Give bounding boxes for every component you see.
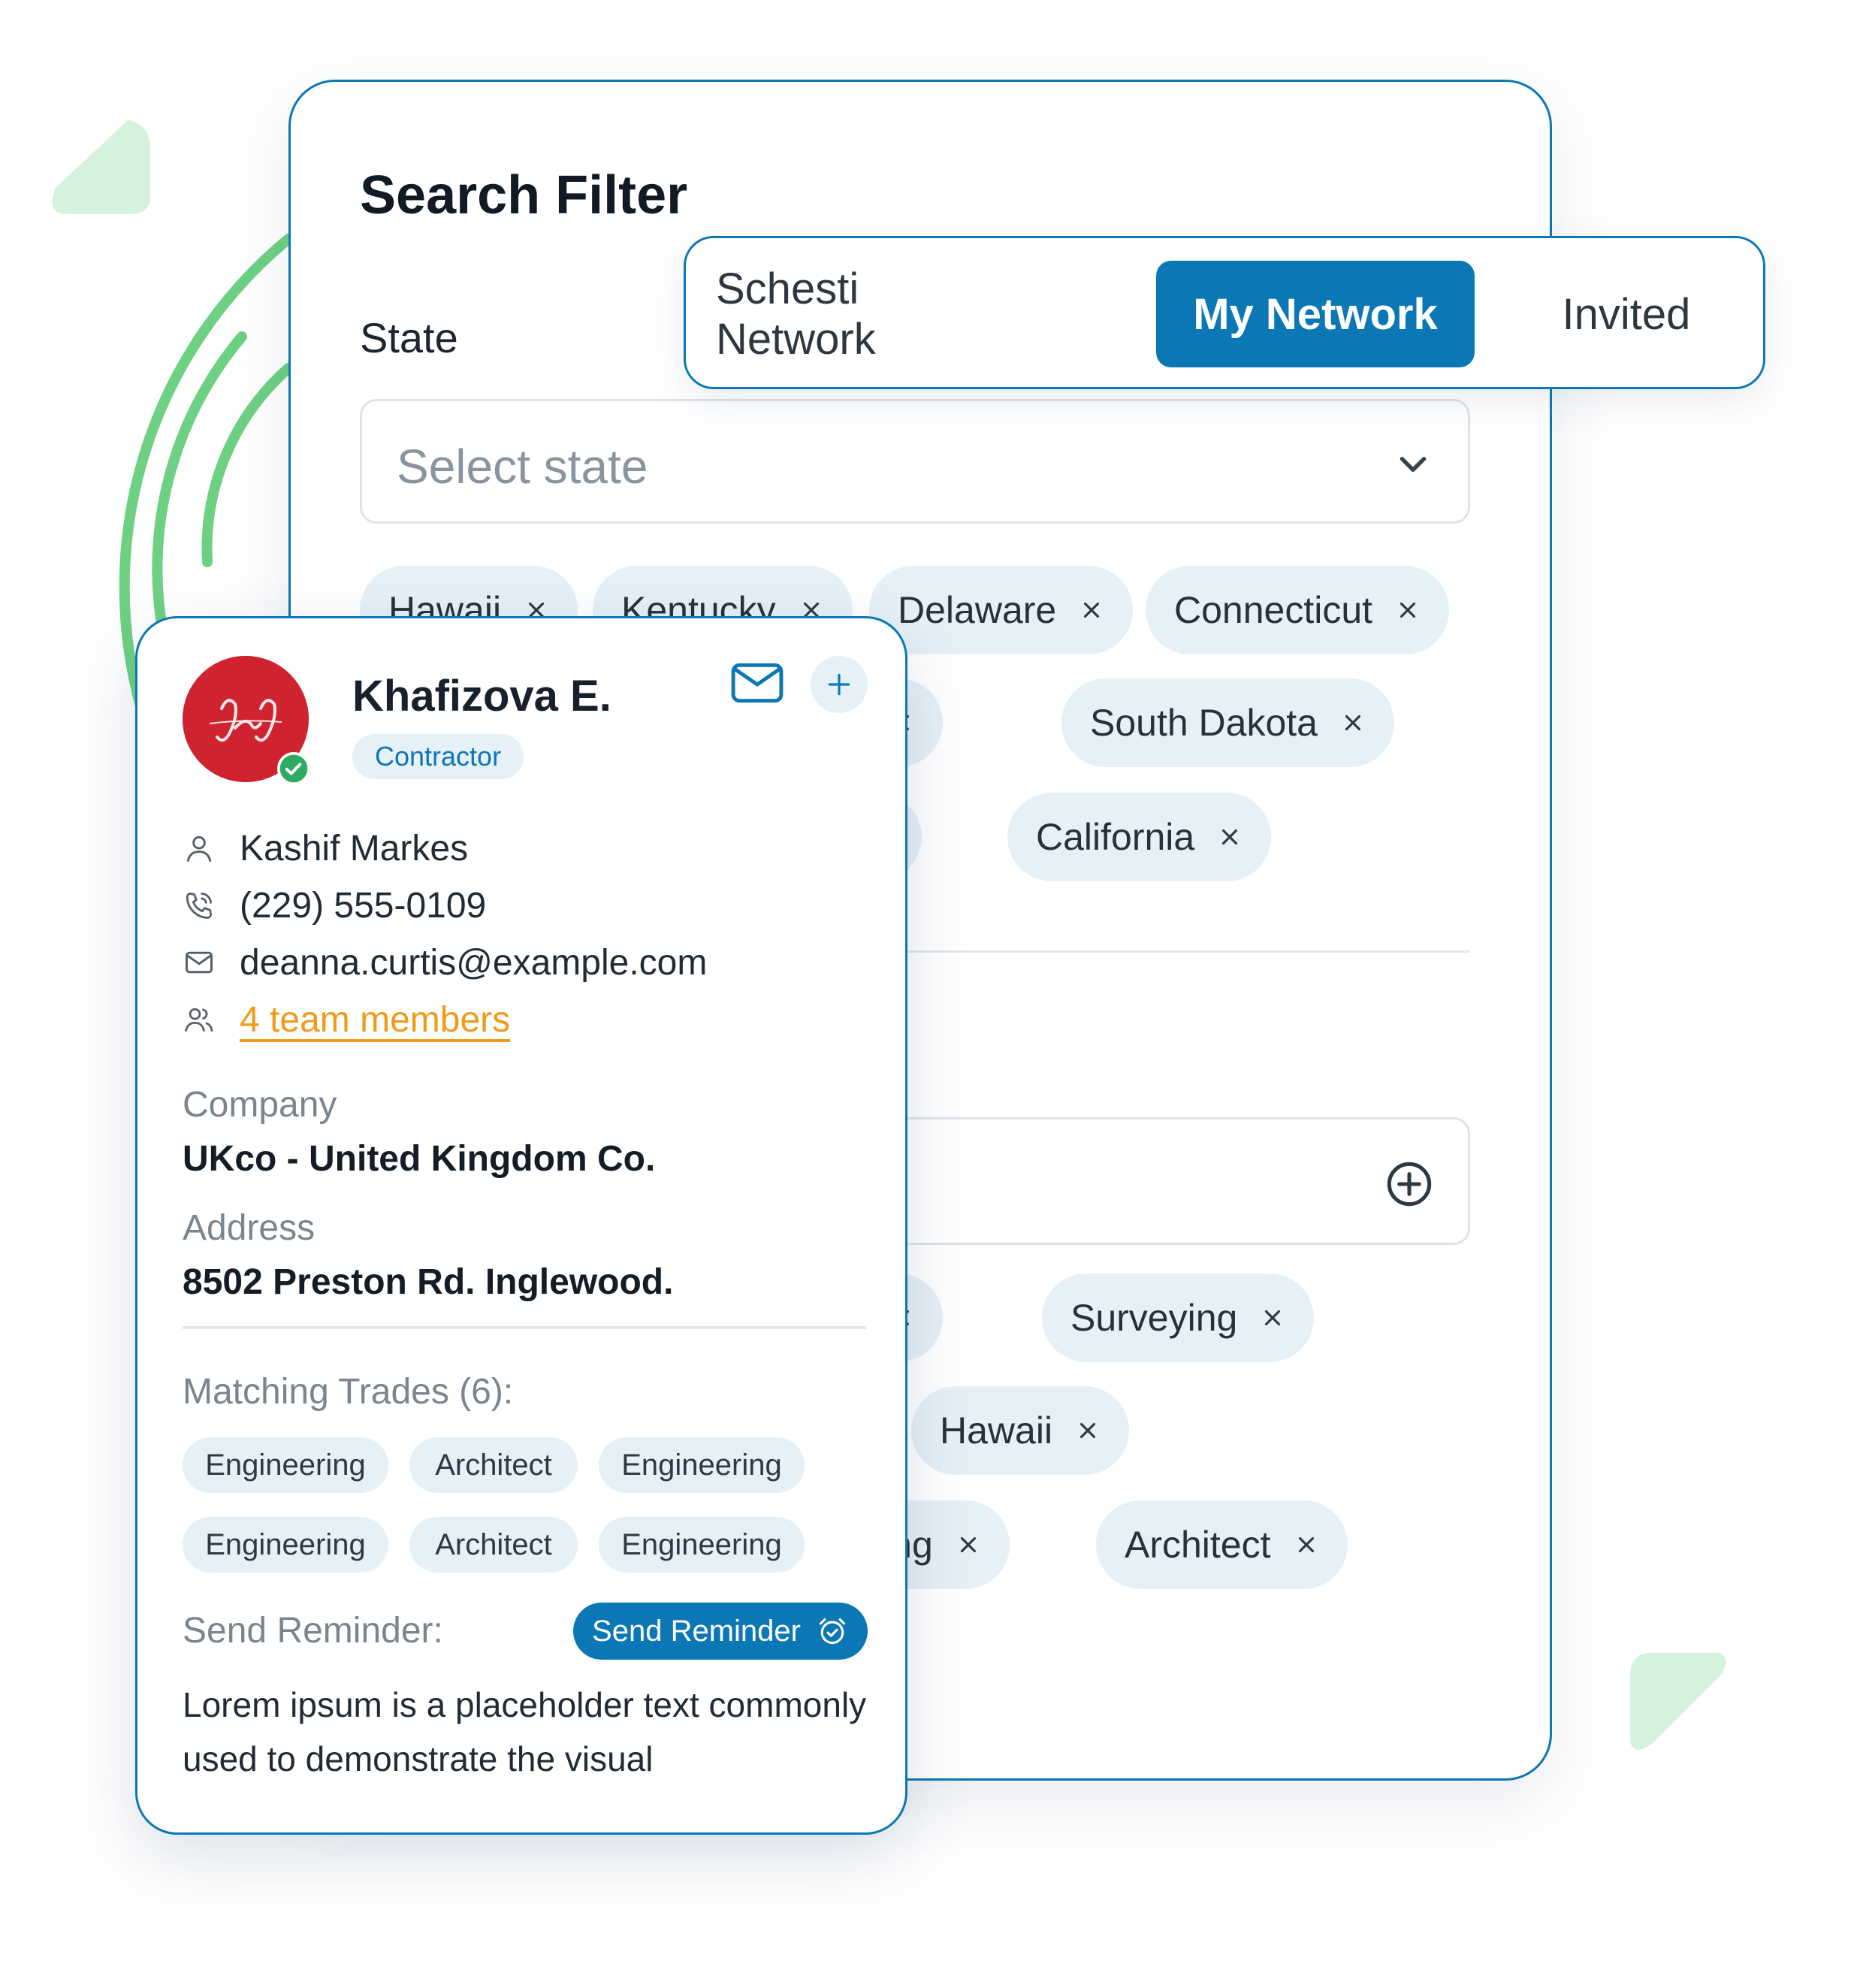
state-label: State (360, 314, 458, 361)
contact-person: Kashif Markes (240, 828, 469, 869)
plus-icon (828, 673, 850, 696)
email-address[interactable]: deanna.curtis@example.com (240, 942, 707, 983)
card-description: Lorem ipsum is a placeholder text common… (183, 1685, 867, 1778)
phone-number[interactable]: (229) 555-0109 (240, 885, 486, 926)
chip-label: Surveying (1070, 1297, 1238, 1339)
trade-chip: Architect (409, 1437, 578, 1493)
send-reminder-label: Send Reminder: (183, 1611, 443, 1651)
close-icon[interactable] (956, 1532, 981, 1557)
chip-surveying[interactable]: Surveying (1042, 1273, 1315, 1362)
alarm-clock-icon (819, 1618, 846, 1645)
chip-label: California (1036, 816, 1195, 858)
deco-triangle-top-left (52, 120, 150, 214)
chip-hawaii-2[interactable]: Hawaii (911, 1386, 1130, 1475)
chip-label: Delaware (898, 589, 1057, 631)
address-value: 8502 Preston Rd. Inglewood. (183, 1262, 674, 1302)
tab-my-network[interactable]: My Network (1156, 261, 1475, 367)
chip-california[interactable]: California (1007, 793, 1272, 881)
chip-delaware[interactable]: Delaware (869, 566, 1134, 654)
close-icon[interactable] (1395, 597, 1421, 623)
chip-connecticut[interactable]: Connecticut (1146, 566, 1450, 654)
add-contact-button[interactable] (811, 656, 868, 713)
card-divider (183, 1326, 866, 1329)
tab-schesti-network[interactable]: Schesti Network (716, 261, 1003, 367)
state-select-placeholder: Select state (397, 440, 648, 494)
state-select[interactable]: Select state (360, 399, 1470, 524)
chip-label: Hawaii (940, 1409, 1053, 1452)
chip-label: Architect (1125, 1524, 1271, 1566)
address-label: Address (183, 1208, 316, 1248)
mail-icon[interactable] (731, 662, 784, 704)
close-icon[interactable] (1294, 1532, 1319, 1557)
deco-triangle-bottom-right (1630, 1653, 1726, 1750)
close-icon[interactable] (1217, 824, 1243, 850)
contact-name: Khafizova E. (352, 672, 611, 721)
trade-chip: Engineering (599, 1517, 805, 1573)
team-row: 4 team members (183, 996, 510, 1044)
phone-icon (186, 893, 212, 919)
matching-trades-label: Matching Trades (6): (183, 1372, 514, 1412)
verified-icon (277, 752, 310, 785)
contact-person-row: Kashif Markes (183, 824, 468, 872)
chip-label: Connecticut (1174, 589, 1373, 631)
phone-row: (229) 555-0109 (183, 881, 486, 929)
mail-icon (186, 951, 213, 974)
close-icon[interactable] (1075, 1418, 1101, 1443)
plus-circle-icon[interactable] (1385, 1160, 1433, 1208)
tab-invited[interactable]: Invited (1517, 261, 1736, 367)
send-reminder-button[interactable]: Send Reminder (573, 1603, 868, 1660)
network-tabs: Schesti Network My Network Invited (684, 236, 1765, 389)
email-row: deanna.curtis@example.com (183, 938, 707, 986)
contact-card: Khafizova E. Contractor Kashif Markes (2… (135, 616, 907, 1835)
role-badge: Contractor (352, 734, 524, 779)
trade-chip: Engineering (599, 1437, 805, 1493)
chip-south-dakota[interactable]: South Dakota (1061, 678, 1394, 767)
team-icon (185, 1008, 213, 1032)
team-members-link[interactable]: 4 team members (240, 999, 510, 1041)
trade-chip: Engineering (183, 1517, 388, 1573)
avatar[interactable] (183, 656, 310, 785)
chip-architect[interactable]: Architect (1096, 1500, 1348, 1589)
filter-title: Search Filter (360, 165, 688, 225)
close-icon[interactable] (1079, 597, 1104, 623)
chip-label: South Dakota (1090, 702, 1318, 744)
close-icon[interactable] (1340, 710, 1366, 736)
user-icon (186, 835, 212, 862)
send-reminder-button-label: Send Reminder (592, 1614, 801, 1648)
company-value: UKco - United Kingdom Co. (183, 1139, 656, 1179)
close-icon[interactable] (1260, 1305, 1285, 1331)
company-label: Company (183, 1085, 337, 1125)
trade-chip: Engineering (183, 1437, 388, 1493)
chevron-down-icon (1400, 457, 1427, 473)
trade-chip: Architect (409, 1517, 578, 1573)
